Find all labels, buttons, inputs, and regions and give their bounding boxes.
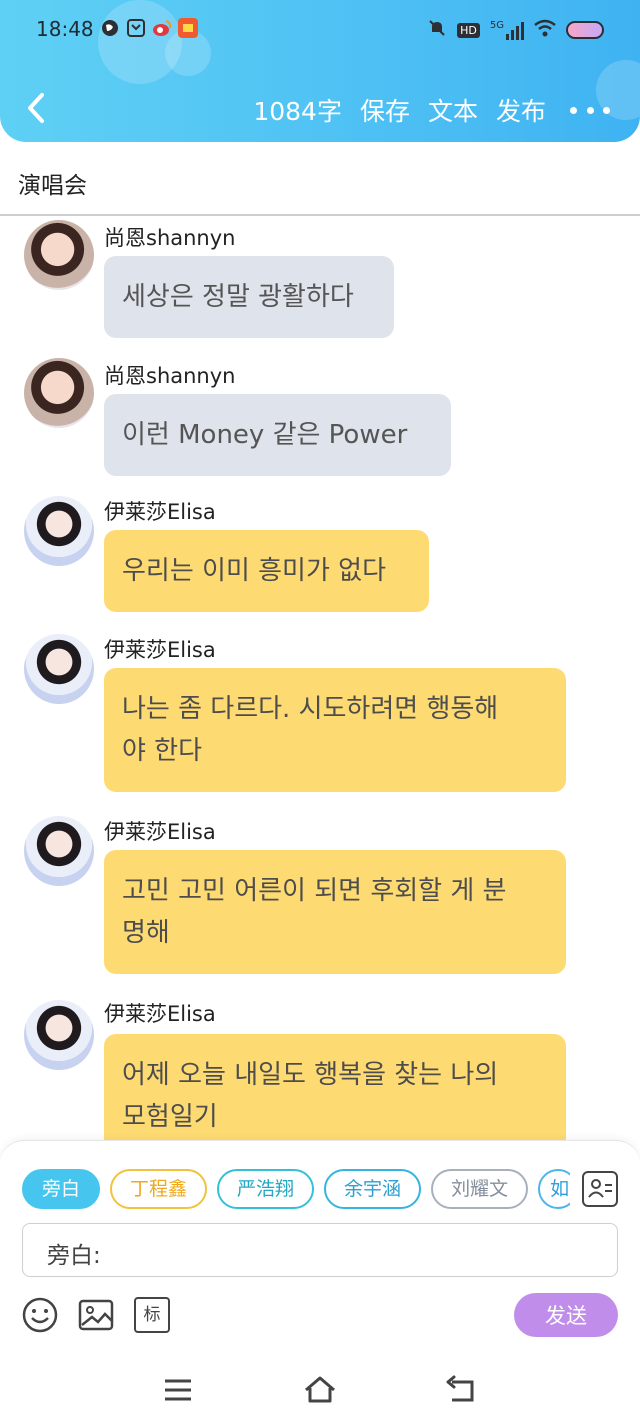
message-text: 모험일기 xyxy=(122,1102,218,1132)
message-bubble[interactable]: 고민 고민 어른이 되면 후회할 게 분 명해 xyxy=(104,850,566,974)
header: 18:48 HD 5G 1084字 保存 文本 发布 xyxy=(0,0,640,142)
chevron-left-icon xyxy=(28,93,44,123)
sender-name: 伊莱莎Elisa xyxy=(104,500,216,524)
image-icon xyxy=(78,1299,114,1331)
message-bubble[interactable]: 이런 Money 같은 Power xyxy=(104,394,451,476)
back-nav-button[interactable] xyxy=(444,1372,480,1408)
message-text: 야 한다 xyxy=(122,736,203,766)
message-bubble[interactable]: 세상은 정말 광활하다 xyxy=(104,256,394,338)
menu-icon xyxy=(165,1379,191,1401)
story-title[interactable]: 演唱会 xyxy=(18,166,87,200)
status-system-icons: HD 5G xyxy=(427,18,604,42)
status-notification-icons xyxy=(100,18,198,38)
image-button[interactable] xyxy=(78,1297,114,1333)
message-text: 이런 Money 같은 Power xyxy=(122,420,408,450)
contact-card-icon xyxy=(588,1179,612,1198)
message-text: 고민 고민 어른이 되면 후회할 게 분 xyxy=(122,876,507,906)
role-chip-list[interactable]: 旁白 丁程鑫 严浩翔 余宇涵 刘耀文如 xyxy=(22,1169,570,1209)
save-button[interactable]: 保存 xyxy=(360,92,410,128)
mute-bell-icon xyxy=(427,18,447,42)
network-type-label: 5G xyxy=(489,20,504,31)
publish-button[interactable]: 发布 xyxy=(496,92,546,128)
status-bar: 18:48 HD 5G xyxy=(0,0,640,60)
menu-nav-button[interactable] xyxy=(160,1372,196,1408)
more-options-button[interactable] xyxy=(570,95,610,125)
sender-name: 尚恩shannyn xyxy=(104,226,236,250)
smiley-icon xyxy=(22,1297,58,1333)
role-chip[interactable]: 刘耀文 xyxy=(431,1169,529,1209)
app-screen: 18:48 HD 5G 1084字 保存 文本 发布 演唱会 尚恩shannyn… xyxy=(0,0,640,1428)
red-app-icon xyxy=(178,18,198,38)
composer-tools: 标 发送 xyxy=(22,1293,618,1337)
role-chip[interactable]: 严浩翔 xyxy=(217,1169,315,1209)
composer-panel: 旁白 丁程鑫 严浩翔 余宇涵 刘耀文如 旁白: 标 发送 xyxy=(0,1140,640,1354)
message-text: 어제 오늘 내일도 행복을 찾는 나의 xyxy=(122,1060,499,1090)
system-navigation-bar xyxy=(0,1354,640,1428)
sender-name: 伊莱莎Elisa xyxy=(104,820,216,844)
contact-card-button[interactable] xyxy=(582,1171,618,1207)
sender-name: 伊莱莎Elisa xyxy=(104,638,216,662)
back-button[interactable] xyxy=(18,86,54,130)
avatar[interactable] xyxy=(24,634,94,704)
return-icon xyxy=(446,1375,474,1402)
home-nav-button[interactable] xyxy=(302,1372,338,1408)
battery-icon xyxy=(566,21,604,39)
input-role-label: 旁白: xyxy=(47,1243,101,1269)
title-bar: 演唱会 xyxy=(0,150,640,216)
avatar[interactable] xyxy=(24,358,94,428)
text-button[interactable]: 文本 xyxy=(428,92,478,128)
role-chip[interactable]: 丁程鑫 xyxy=(110,1169,208,1209)
gallery-app-icon xyxy=(126,18,146,38)
message-input[interactable]: 旁白: xyxy=(22,1223,618,1277)
message-text: 세상은 정말 광활하다 xyxy=(122,282,354,312)
more-dot-icon xyxy=(570,106,577,114)
message-text: 나는 좀 다르다. 시도하려면 행동해 xyxy=(122,694,499,724)
message-list[interactable]: 尚恩shannyn 세상은 정말 광활하다 尚恩shannyn 이런 Money… xyxy=(0,218,640,1140)
avatar[interactable] xyxy=(24,496,94,566)
message-text: 우리는 이미 흥미가 없다 xyxy=(122,556,386,586)
message-text: 명해 xyxy=(122,918,170,948)
avatar[interactable] xyxy=(24,816,94,886)
word-count: 1084字 xyxy=(253,97,342,126)
toolbar: 1084字 保存 文本 发布 xyxy=(0,80,640,140)
role-chip[interactable]: 如 xyxy=(538,1169,570,1209)
avatar[interactable] xyxy=(24,1000,94,1070)
hd-icon: HD xyxy=(457,22,480,38)
message-bubble[interactable]: 나는 좀 다르다. 시도하려면 행동해 야 한다 xyxy=(104,668,566,792)
mark-button[interactable]: 标 xyxy=(134,1297,170,1333)
avatar[interactable] xyxy=(24,220,94,290)
weibo-icon xyxy=(152,18,172,38)
more-dot-icon xyxy=(603,106,610,114)
sender-name: 尚恩shannyn xyxy=(104,364,236,388)
status-time: 18:48 xyxy=(36,17,94,41)
role-chip-narrator[interactable]: 旁白 xyxy=(22,1169,101,1209)
more-dot-icon xyxy=(586,106,594,114)
role-chip[interactable]: 余宇涵 xyxy=(324,1169,422,1209)
signal-icon: 5G xyxy=(490,20,524,40)
send-button[interactable]: 发送 xyxy=(514,1293,618,1337)
wifi-icon xyxy=(534,19,556,41)
globe-icon xyxy=(100,18,120,38)
message-bubble[interactable]: 어제 오늘 내일도 행복을 찾는 나의 모험일기 xyxy=(104,1034,566,1140)
sender-name: 伊莱莎Elisa xyxy=(104,1002,216,1026)
home-icon xyxy=(305,1376,335,1403)
message-bubble[interactable]: 우리는 이미 흥미가 없다 xyxy=(104,530,429,612)
emoji-button[interactable] xyxy=(22,1297,58,1333)
toolbar-actions: 1084字 保存 文本 发布 xyxy=(253,92,610,128)
